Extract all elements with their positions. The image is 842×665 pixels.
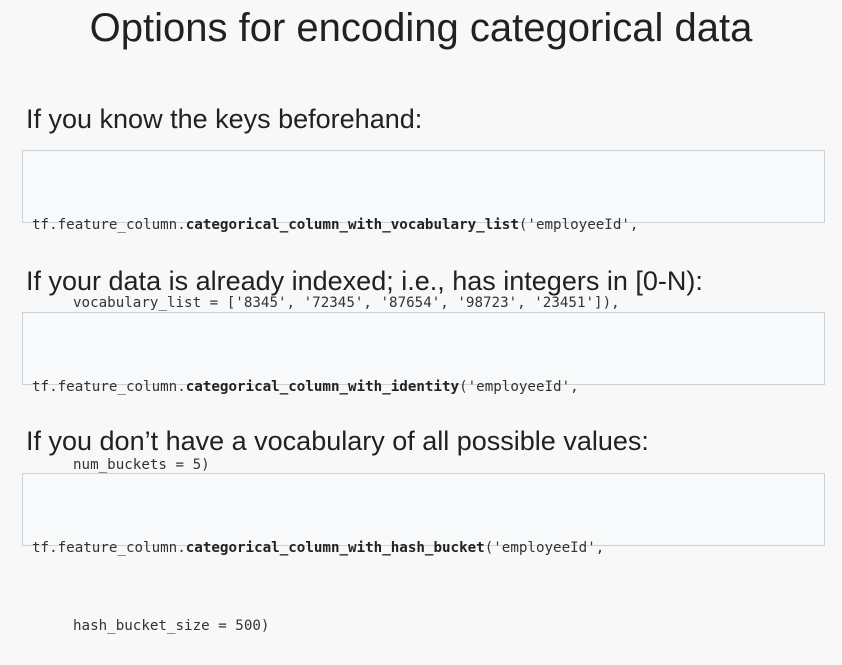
code-line-1: tf.feature_column.categorical_column_wit… <box>32 374 824 400</box>
code-args: ('employeeId', <box>518 217 639 233</box>
code-prefix: tf.feature_column. <box>32 540 186 556</box>
code-block-vocabulary-list: tf.feature_column.categorical_column_wit… <box>22 150 825 311</box>
code-args: ('employeeId', <box>459 379 579 395</box>
code-prefix: tf.feature_column. <box>32 379 186 395</box>
code-function-name: categorical_column_with_vocabulary_list <box>185 217 519 233</box>
section-heading-hash-bucket: If you don’t have a vocabulary of all po… <box>26 426 649 456</box>
code-function-name: categorical_column_with_identity <box>185 379 460 395</box>
code-prefix: tf.feature_column. <box>32 217 186 233</box>
section-heading-identity: If your data is already indexed; i.e., h… <box>26 266 703 296</box>
code-block-hash-bucket: tf.feature_column.categorical_column_wit… <box>22 473 825 634</box>
section-heading-vocabulary-list: If you know the keys beforehand: <box>26 104 423 134</box>
slide-title: Options for encoding categorical data <box>89 6 753 50</box>
code-args: ('employeeId', <box>484 540 605 556</box>
code-line-1: tf.feature_column.categorical_column_wit… <box>32 212 824 238</box>
code-line-2: hash_bucket_size = 500) <box>73 618 270 634</box>
code-line-1: tf.feature_column.categorical_column_wit… <box>32 535 824 561</box>
code-block-identity: tf.feature_column.categorical_column_wit… <box>22 312 825 473</box>
code-function-name: categorical_column_with_hash_bucket <box>185 540 485 556</box>
